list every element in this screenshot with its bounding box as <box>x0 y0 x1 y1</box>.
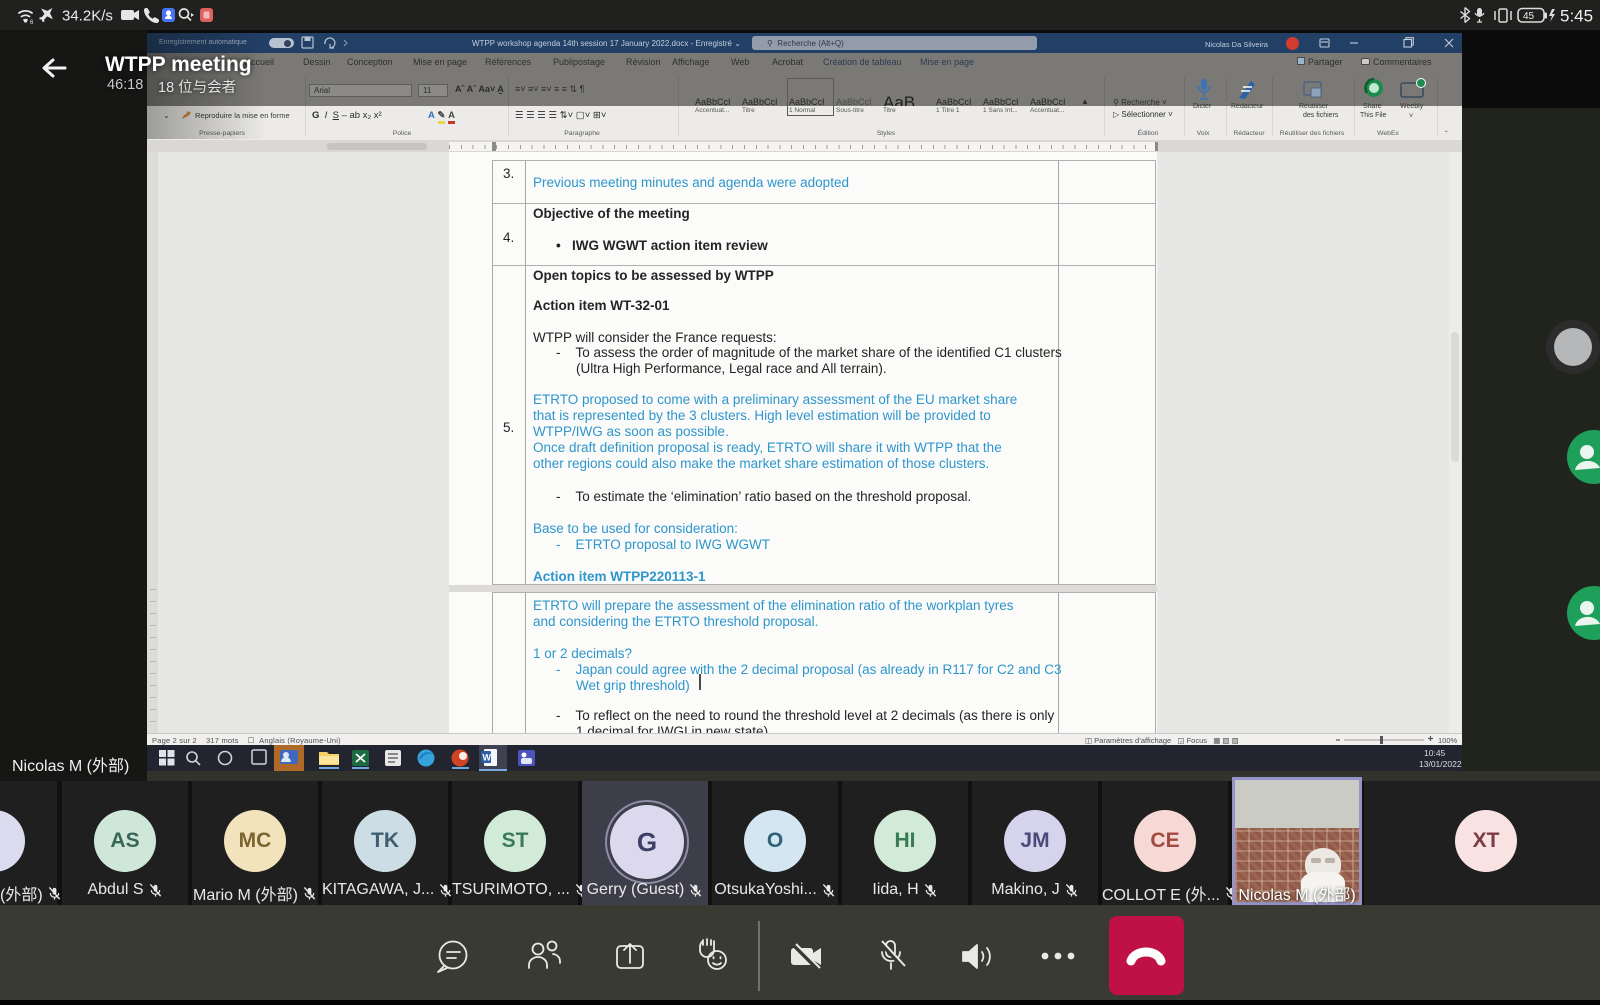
svg-text:45: 45 <box>1523 11 1535 22</box>
svg-text:5:45: 5:45 <box>1560 7 1593 26</box>
svg-text:100%: 100% <box>1438 736 1457 745</box>
svg-text:W: W <box>483 753 492 763</box>
svg-text:34.2K/s: 34.2K/s <box>62 8 113 25</box>
svg-text:6: 6 <box>30 20 34 26</box>
svg-text:13/01/2022: 13/01/2022 <box>1419 759 1462 769</box>
svg-text:10:45: 10:45 <box>1424 748 1446 758</box>
